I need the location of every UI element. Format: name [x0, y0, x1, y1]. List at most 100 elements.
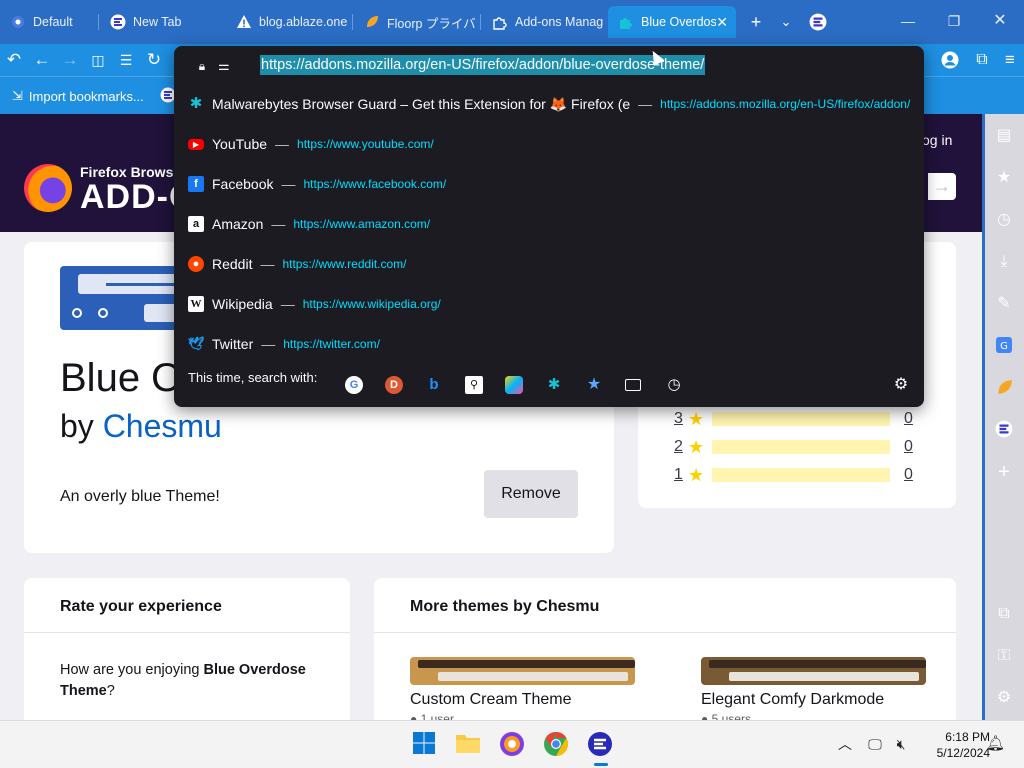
theme-name[interactable]: Custom Cream Theme [410, 691, 572, 709]
rate-question: How are you enjoying Blue Overdose Theme… [60, 660, 320, 702]
bing-engine-icon[interactable]: b [425, 376, 443, 394]
rating-bar [712, 412, 890, 426]
star-icon: ★ [688, 436, 705, 457]
floorp-leaf-icon[interactable] [994, 378, 1014, 398]
notification-bell-icon[interactable]: 🔔︎ [986, 735, 1005, 753]
suggestion-item[interactable]: a Amazon — https://www.amazon.com/ [188, 209, 910, 239]
floorp-taskbar-icon[interactable] [587, 731, 613, 757]
taskbar-clock[interactable]: 6:18 PM 5/12/2024 [918, 729, 990, 761]
floorp-panel-icon[interactable] [994, 420, 1014, 440]
list-tabs-button[interactable]: ⌄ [774, 10, 798, 34]
history-icon[interactable]: ◷ [994, 210, 1014, 230]
close-tab-icon[interactable]: ✕ [716, 14, 728, 31]
rating-count[interactable]: 0 [904, 466, 913, 484]
suggestion-url: https://twitter.com/ [283, 337, 380, 351]
undo-close-tab-icon[interactable]: ↶ [2, 48, 26, 72]
rating-row[interactable]: 3 ★ 0 [674, 408, 924, 430]
import-bookmarks-button[interactable]: ⇲ Import bookmarks... [12, 88, 144, 104]
suggestion-item[interactable]: W Wikipedia — https://www.wikipedia.org/ [188, 289, 910, 319]
suggestion-item[interactable]: ● Reddit — https://www.reddit.com/ [188, 249, 910, 279]
suggestion-item[interactable]: ▶ YouTube — https://www.youtube.com/ [188, 129, 910, 159]
reload-button[interactable]: ↻ [142, 48, 166, 72]
suggestion-url: https://addons.mozilla.org/en-US/firefox… [660, 97, 910, 111]
bookmarks-engine-icon[interactable]: ★ [585, 376, 603, 394]
tab-blue-overdose[interactable]: Blue Overdose ✕ [608, 6, 736, 38]
tree-tabs-icon[interactable]: ☰ [114, 48, 138, 72]
rating-row[interactable]: 2 ★ 0 [674, 436, 924, 458]
suggestion-url: https://www.amazon.com/ [293, 217, 431, 231]
settings-gear-icon[interactable]: ⚙ [994, 688, 1014, 708]
svg-text:G: G [1000, 341, 1008, 352]
tab-blog[interactable]: blog.ablaze.one [226, 6, 348, 38]
tab-new-tab[interactable]: New Tab [100, 6, 220, 38]
tab-title: Floorp プライバ [387, 16, 476, 31]
notes-pencil-icon[interactable]: ✎ [994, 294, 1014, 314]
rating-stars-count[interactable]: 3 [674, 410, 686, 428]
extensions-icon[interactable]: ⧉ [970, 48, 994, 72]
permissions-icon[interactable]: ⚌ [218, 58, 236, 74]
tab-floorp[interactable]: Floorp プライバ [354, 6, 476, 38]
rating-stars-count[interactable]: 1 [674, 466, 686, 484]
duckduckgo-engine-icon[interactable]: D [385, 376, 403, 394]
lens-engine-icon[interactable] [505, 376, 523, 394]
author-link[interactable]: Chesmu [103, 408, 222, 444]
extensions-sidebar-icon[interactable]: ⧉ [994, 604, 1014, 624]
maximize-button[interactable]: ❐ [934, 8, 974, 34]
url-input[interactable]: https://addons.mozilla.org/en-US/firefox… [260, 55, 706, 75]
app-menu-icon[interactable]: ≡ [998, 48, 1022, 72]
amazon-icon: a [188, 216, 204, 232]
forward-button[interactable]: → [58, 48, 82, 72]
google-engine-icon[interactable]: G [345, 376, 363, 394]
addons-engine-icon[interactable]: ✱ [545, 376, 563, 394]
key-icon[interactable]: ⚿ [994, 646, 1014, 666]
downloads-icon[interactable]: ⤓ [994, 252, 1014, 272]
tabs-engine-icon[interactable] [625, 379, 641, 391]
browser-app-icon[interactable] [499, 731, 525, 757]
rating-stars-count[interactable]: 2 [674, 438, 686, 456]
tab-addons-manager[interactable]: Add-ons Manag [482, 6, 606, 38]
theme-name[interactable]: Elegant Comfy Darkmode [701, 691, 884, 709]
tab-default[interactable]: Default [0, 6, 98, 38]
search-submit-button[interactable]: → [928, 173, 956, 200]
by-label: by [60, 408, 94, 444]
search-engine-icon[interactable]: ⚲ [465, 376, 483, 394]
theme-users: ● 1 user [410, 712, 454, 720]
chrome-icon[interactable] [543, 731, 569, 757]
sidebar-toggle-icon[interactable]: ◫ [86, 48, 110, 72]
puzzle-icon [492, 14, 508, 30]
suggestion-item[interactable]: f Facebook — https://www.facebook.com/ [188, 169, 910, 199]
lock-icon[interactable]: 🔒︎ [194, 58, 210, 74]
rating-count[interactable]: 0 [904, 438, 913, 456]
close-window-button[interactable]: ✕ [980, 8, 1020, 34]
theme-thumbnail[interactable] [701, 657, 926, 685]
translate-icon[interactable]: G [994, 336, 1014, 356]
suggestion-item[interactable]: ✱ Malwarebytes Browser Guard – Get this … [188, 89, 910, 119]
minimize-button[interactable]: — [888, 8, 928, 34]
suggestion-title: Twitter [212, 336, 254, 352]
network-icon[interactable]: 🖵︎ [866, 735, 884, 753]
add-panel-icon[interactable]: + [994, 462, 1014, 482]
new-tab-button[interactable]: + [744, 10, 768, 34]
more-themes-title: More themes by Chesmu [410, 598, 600, 615]
separator: — [275, 136, 290, 152]
rating-count[interactable]: 0 [904, 410, 913, 428]
floorp-menu-icon[interactable] [806, 10, 830, 34]
back-button[interactable]: ← [30, 48, 54, 72]
suggestion-item[interactable]: 🕊︎ Twitter — https://twitter.com/ [188, 329, 910, 359]
history-engine-icon[interactable]: ◷ [665, 376, 683, 394]
remove-button[interactable]: Remove [484, 470, 578, 518]
volume-mute-icon[interactable]: 🔇︎ [892, 735, 910, 753]
file-explorer-icon[interactable] [455, 731, 481, 757]
windows-start-icon[interactable] [412, 731, 438, 757]
login-link[interactable]: og in [922, 132, 952, 148]
account-icon[interactable] [938, 48, 962, 72]
theme-thumbnail[interactable] [410, 657, 635, 685]
tray-chevron-icon[interactable]: ︿ [836, 735, 854, 753]
search-settings-icon[interactable]: ⚙ [892, 376, 910, 394]
bookmarks-star-icon[interactable]: ★ [994, 168, 1014, 188]
toolbox-icon[interactable]: ▤ [994, 126, 1014, 146]
rating-row[interactable]: 1 ★ 0 [674, 464, 924, 486]
browser-sidebar: ▤ ★ ◷ ⤓ ✎ G + ⧉ ⚿ ⚙ [982, 114, 1024, 720]
firefox-logo-icon[interactable] [24, 164, 72, 212]
thumbnail-tab-bar [709, 660, 926, 668]
